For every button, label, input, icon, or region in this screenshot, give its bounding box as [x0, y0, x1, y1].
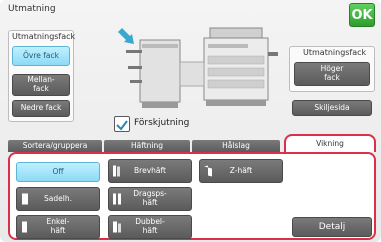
double-fold-label: Dubbel- häft — [135, 217, 165, 235]
checkmark-icon — [116, 120, 128, 131]
double-fold-icon — [113, 221, 121, 233]
z-fold-button[interactable]: Z-häft — [199, 159, 283, 183]
finisher-illustration — [112, 22, 282, 114]
upper-tray-button[interactable]: Övre fack — [12, 46, 70, 66]
gate-fold-label: Dragsps- häft — [133, 189, 167, 207]
offset-checkbox[interactable] — [114, 116, 130, 132]
single-fold-label: Enkel- häft — [46, 217, 70, 235]
tab-sort-group[interactable]: Sortera/gruppera — [8, 140, 102, 152]
lower-tray-button[interactable]: Nedre fack — [12, 100, 70, 117]
tab-punch[interactable]: Hålslag — [192, 140, 280, 152]
saddle-fold-label: Sadelh. — [44, 193, 72, 203]
tab-staple[interactable]: Häftning — [104, 140, 190, 152]
single-fold-icon — [22, 221, 27, 233]
z-fold-icon — [204, 165, 212, 177]
right-tray-button[interactable]: Höger fack — [294, 62, 370, 86]
output-tray-label-right: Utmatningsfack — [303, 48, 367, 57]
gate-fold-icon — [113, 193, 121, 205]
saddle-fold-button[interactable]: Sadelh. — [16, 187, 100, 211]
ok-button[interactable]: OK — [349, 3, 375, 27]
fold-off-button[interactable]: Off — [16, 162, 100, 182]
letter-fold-icon — [113, 165, 120, 177]
gate-fold-button[interactable]: Dragsps- häft — [108, 187, 192, 211]
letter-fold-label: Brevhäft — [134, 165, 166, 175]
detail-button[interactable]: Detalj — [292, 217, 372, 237]
screen-title: Utmatning — [8, 4, 56, 14]
output-tray-label-left: Utmatningsfack — [12, 32, 76, 41]
middle-tray-button[interactable]: Mellan- fack — [12, 74, 70, 96]
letter-fold-button[interactable]: Brevhäft — [108, 159, 192, 183]
output-settings-screen: Utmatning OK Utmatningsfack Övre fack Me… — [0, 0, 381, 242]
double-fold-button[interactable]: Dubbel- häft — [108, 215, 192, 239]
saddle-fold-icon — [22, 193, 28, 205]
tab-fold[interactable]: Vikning — [284, 134, 376, 152]
single-fold-button[interactable]: Enkel- häft — [16, 215, 100, 239]
separator-page-button[interactable]: Skiljesida — [292, 100, 372, 116]
z-fold-label: Z-häft — [229, 165, 253, 175]
offset-label: Förskjutning — [134, 118, 190, 128]
